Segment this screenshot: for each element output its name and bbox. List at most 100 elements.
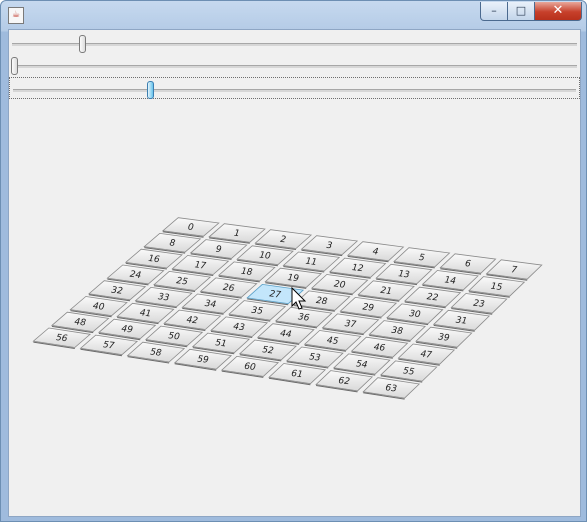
tile-label: 49 <box>121 324 134 335</box>
tile-label: 58 <box>149 347 162 358</box>
tile-label: 57 <box>102 340 115 351</box>
tile-label: 62 <box>338 376 351 387</box>
tile-label: 55 <box>402 366 415 377</box>
tile-17[interactable]: 17 <box>171 255 230 276</box>
tile-label: 25 <box>176 276 189 287</box>
tile-label: 35 <box>251 306 264 317</box>
tile-label: 13 <box>398 269 411 280</box>
tile-label: 38 <box>391 326 404 337</box>
tile-label: 24 <box>129 270 142 281</box>
tile-label: 56 <box>55 333 68 344</box>
tile-29[interactable]: 29 <box>339 296 398 319</box>
tile-label: 1 <box>233 229 240 240</box>
tile-37[interactable]: 37 <box>321 313 380 336</box>
tile-35[interactable]: 35 <box>228 300 287 322</box>
tile-label: 46 <box>373 343 386 354</box>
tile-label: 53 <box>308 352 321 363</box>
tile-1[interactable]: 1 <box>208 223 266 244</box>
tile-label: 54 <box>355 359 368 370</box>
tile-47[interactable]: 47 <box>397 343 456 366</box>
tile-label: 48 <box>74 317 87 328</box>
tile-label: 41 <box>139 308 152 319</box>
tile-label: 15 <box>490 282 503 293</box>
tile-4[interactable]: 4 <box>346 241 405 263</box>
tile-45[interactable]: 45 <box>303 330 362 352</box>
app-window: ☕ – □ ✕ 0 1 2 3 4 5 6 7 8 9 10 11 12 13 14 15 16 17 18 19 20… <box>0 0 587 522</box>
tile-44[interactable]: 44 <box>256 323 315 345</box>
tile-label: 21 <box>380 286 393 297</box>
tile-label: 39 <box>437 332 450 343</box>
tile-21[interactable]: 21 <box>357 280 415 302</box>
tile-16[interactable]: 16 <box>124 248 183 270</box>
tile-label: 34 <box>204 299 217 310</box>
tile-38[interactable]: 38 <box>368 320 426 342</box>
tile-label: 40 <box>92 301 105 312</box>
tile-7[interactable]: 7 <box>485 259 543 281</box>
tile-label: 37 <box>344 319 357 330</box>
tile-25[interactable]: 25 <box>153 270 212 292</box>
tile-31[interactable]: 31 <box>432 309 491 332</box>
tile-label: 18 <box>240 267 253 278</box>
tile-label: 42 <box>186 315 199 326</box>
tile-10[interactable]: 10 <box>236 245 294 267</box>
java-icon: ☕ <box>8 7 24 24</box>
tile-39[interactable]: 39 <box>415 326 473 349</box>
tile-label: 19 <box>287 273 300 284</box>
tile-label: 43 <box>233 322 246 333</box>
tile-label: 45 <box>326 336 339 347</box>
tile-label: 47 <box>420 349 433 360</box>
tile-22[interactable]: 22 <box>403 286 462 309</box>
tile-label: 31 <box>455 316 468 327</box>
tile-12[interactable]: 12 <box>328 257 387 279</box>
tile-3[interactable]: 3 <box>300 235 359 257</box>
tile-26[interactable]: 26 <box>199 277 258 299</box>
tile-label: 23 <box>473 299 486 310</box>
tile-30[interactable]: 30 <box>386 303 444 326</box>
tile-14[interactable]: 14 <box>421 270 479 292</box>
tile-label: 52 <box>262 345 275 356</box>
tile-label: 26 <box>222 283 235 294</box>
tile-63[interactable]: 63 <box>362 377 421 400</box>
minimize-button[interactable]: – <box>480 2 508 21</box>
tile-11[interactable]: 11 <box>282 251 341 273</box>
tile-label: 20 <box>333 279 346 290</box>
tile-46[interactable]: 46 <box>350 336 409 359</box>
tile-5[interactable]: 5 <box>393 247 451 269</box>
tile-20[interactable]: 20 <box>310 274 369 296</box>
tile-label: 50 <box>168 331 181 342</box>
tile-6[interactable]: 6 <box>439 253 497 275</box>
tile-8[interactable]: 8 <box>143 232 202 254</box>
tile-0[interactable]: 0 <box>161 217 220 238</box>
tile-label: 22 <box>426 292 439 303</box>
tile-board[interactable]: 0123456789101112131415161718192021222324… <box>9 30 580 516</box>
tile-24[interactable]: 24 <box>106 264 165 286</box>
tile-54[interactable]: 54 <box>332 353 391 376</box>
tile-13[interactable]: 13 <box>375 263 433 286</box>
tile-55[interactable]: 55 <box>379 360 438 383</box>
tile-9[interactable]: 9 <box>189 239 248 260</box>
title-bar[interactable]: ☕ – □ ✕ <box>1 1 586 29</box>
tile-34[interactable]: 34 <box>181 293 240 315</box>
tile-label: 27 <box>269 289 282 300</box>
close-button[interactable]: ✕ <box>534 2 582 21</box>
tile-label: 51 <box>215 338 228 349</box>
tile-36[interactable]: 36 <box>274 306 333 329</box>
tile-label: 36 <box>297 312 310 323</box>
tile-label: 59 <box>197 355 210 366</box>
tile-19[interactable]: 19 <box>264 267 323 289</box>
tile-label: 61 <box>291 369 304 380</box>
tile-label: 12 <box>351 263 364 274</box>
tile-23[interactable]: 23 <box>450 293 508 315</box>
tile-label: 17 <box>194 260 207 271</box>
tile-label: 14 <box>444 275 457 286</box>
tile-label: 16 <box>148 254 161 265</box>
tile-18[interactable]: 18 <box>217 261 276 283</box>
tile-2[interactable]: 2 <box>254 229 313 250</box>
maximize-button[interactable]: □ <box>507 2 535 21</box>
tile-15[interactable]: 15 <box>468 276 526 298</box>
tile-label: 28 <box>315 296 328 307</box>
tile-label: 10 <box>259 251 272 262</box>
tile-label: 63 <box>385 383 398 394</box>
tile-33[interactable]: 33 <box>134 286 193 309</box>
tile-label: 30 <box>408 309 421 320</box>
